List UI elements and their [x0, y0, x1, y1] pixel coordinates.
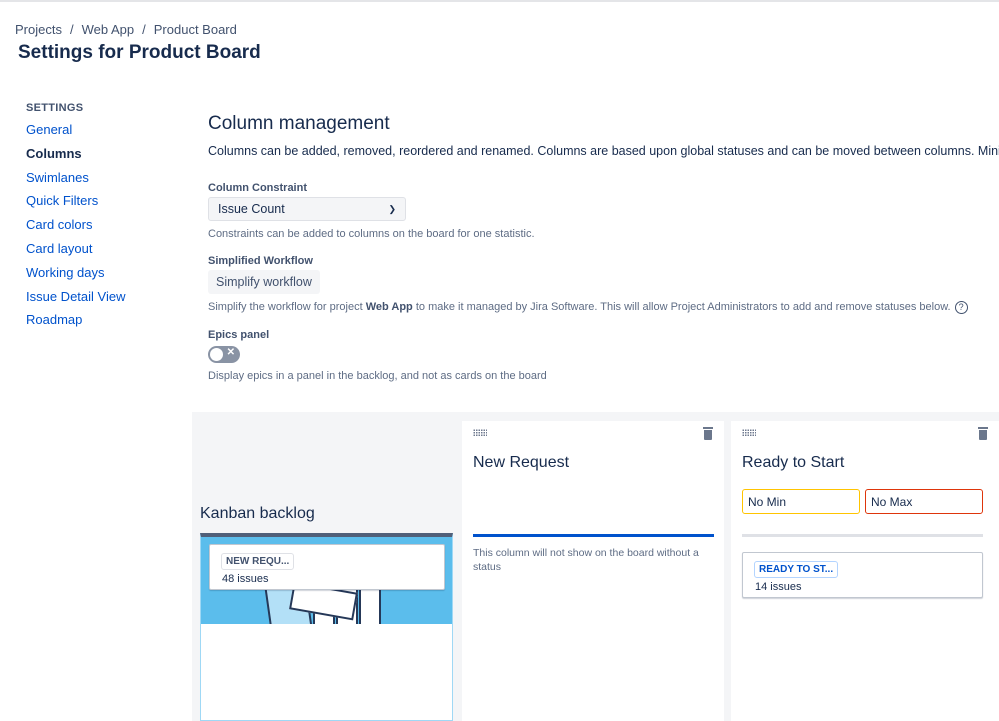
sidebar-item-columns[interactable]: Columns	[26, 146, 176, 170]
breadcrumb-web-app[interactable]: Web App	[82, 22, 135, 37]
trash-icon[interactable]	[703, 427, 713, 440]
column-management-section: Column management Columns can be added, …	[208, 113, 999, 382]
column-new-request: New Request This column will not show on…	[462, 421, 724, 721]
breadcrumb: Projects / Web App / Product Board	[15, 22, 237, 37]
min-input[interactable]: No Min	[742, 489, 860, 514]
drag-handle-icon[interactable]	[742, 429, 756, 437]
epics-panel-toggle[interactable]: ✕	[208, 346, 240, 363]
help-icon[interactable]: ?	[954, 301, 968, 314]
status-card[interactable]: NEW REQU... 48 issues	[209, 544, 445, 590]
column-ready-to-start: Ready to Start No Min No Max READY TO ST…	[731, 421, 999, 721]
close-icon: ✕	[226, 347, 235, 358]
page-title: Settings for Product Board	[18, 42, 261, 63]
column-title: Kanban backlog	[200, 505, 315, 522]
epics-panel-label: Epics panel	[208, 329, 270, 341]
issue-count: 48 issues	[222, 573, 269, 585]
drag-handle-icon[interactable]	[473, 429, 487, 437]
constraint-help: Constraints can be added to columns on t…	[208, 228, 535, 240]
sidebar-item-swimlanes[interactable]: Swimlanes	[26, 170, 176, 194]
epics-help: Display epics in a panel in the backlog,…	[208, 370, 547, 382]
sidebar-item-card-colors[interactable]: Card colors	[26, 217, 176, 241]
column-title: Ready to Start	[742, 454, 845, 471]
sidebar-item-roadmap[interactable]: Roadmap	[26, 312, 176, 336]
column-board: Kanban backlog NEW REQU... 48 issues New…	[192, 412, 999, 721]
sidebar-item-working-days[interactable]: Working days	[26, 265, 176, 289]
settings-sidebar: SETTINGS General Columns Swimlanes Quick…	[26, 102, 176, 336]
chevron-down-icon: ❯	[388, 203, 396, 214]
kanban-backlog-column: Kanban backlog NEW REQU... 48 issues	[192, 412, 460, 721]
max-input[interactable]: No Max	[865, 489, 983, 514]
trash-icon[interactable]	[978, 427, 988, 440]
sidebar-item-card-layout[interactable]: Card layout	[26, 241, 176, 265]
backlog-dropzone: NEW REQU... 48 issues	[200, 533, 453, 721]
sidebar-item-general[interactable]: General	[26, 122, 176, 146]
breadcrumb-product-board[interactable]: Product Board	[154, 22, 237, 37]
select-value: Issue Count	[218, 202, 285, 216]
sidebar-item-issue-detail-view[interactable]: Issue Detail View	[26, 289, 176, 313]
section-description: Columns can be added, removed, reordered…	[208, 144, 999, 158]
breadcrumb-projects[interactable]: Projects	[15, 22, 62, 37]
workflow-help: Simplify the workflow for project Web Ap…	[208, 301, 999, 314]
section-heading: Column management	[208, 113, 390, 134]
drop-indicator	[473, 534, 714, 537]
sidebar-item-quick-filters[interactable]: Quick Filters	[26, 193, 176, 217]
status-lozenge: NEW REQU...	[221, 553, 295, 570]
simplify-workflow-button[interactable]: Simplify workflow	[208, 270, 320, 294]
column-title: New Request	[473, 454, 570, 471]
column-divider	[742, 534, 983, 537]
simplified-workflow-label: Simplified Workflow	[208, 255, 313, 267]
column-constraint-select[interactable]: Issue Count ❯	[208, 197, 406, 221]
column-note: This column will not show on the board w…	[473, 547, 699, 573]
column-constraint-label: Column Constraint	[208, 182, 307, 194]
status-lozenge: READY TO ST...	[754, 561, 839, 578]
status-card[interactable]: READY TO ST... 14 issues	[742, 552, 983, 598]
sidebar-heading: SETTINGS	[26, 102, 84, 114]
issue-count: 14 issues	[755, 581, 802, 593]
